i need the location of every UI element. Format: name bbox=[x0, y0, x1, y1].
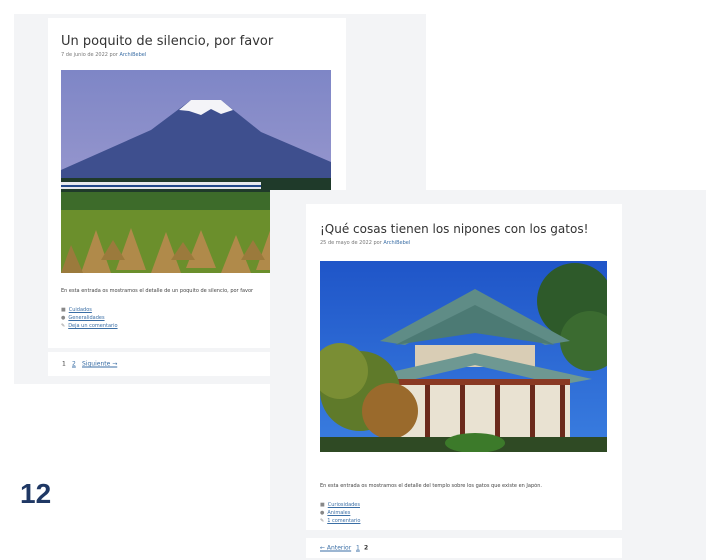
pagination-front: ← Anterior 1 2 bbox=[306, 538, 622, 558]
temple-image bbox=[320, 261, 607, 452]
post-meta-back: 7 de junio de 2022 por ArchiBebel bbox=[61, 52, 146, 58]
slide-number: 12 bbox=[20, 478, 52, 509]
tag-icon: ● bbox=[320, 510, 325, 516]
post-author-front[interactable]: ArchiBebel bbox=[383, 240, 410, 246]
post-card-front: ¡Qué cosas tienen los nipones con los ga… bbox=[306, 204, 622, 530]
category-link-back[interactable]: Cuidados bbox=[69, 307, 92, 313]
next-page-link[interactable]: Siguiente → bbox=[82, 361, 117, 368]
page-1-front[interactable]: 1 bbox=[356, 545, 360, 552]
tag-icon: ● bbox=[61, 315, 66, 321]
page-1-back: 1 bbox=[62, 360, 66, 368]
folder-icon: ■ bbox=[61, 307, 66, 313]
tag-link-back[interactable]: Generalidades bbox=[68, 315, 104, 321]
screenshot-front: ¡Qué cosas tienen los nipones con los ga… bbox=[270, 190, 706, 560]
tag-link-front[interactable]: Animales bbox=[327, 510, 350, 516]
post-title-front[interactable]: ¡Qué cosas tienen los nipones con los ga… bbox=[320, 222, 588, 236]
comments-link-back[interactable]: Deja un comentario bbox=[68, 323, 117, 329]
post-footer-back: ■ Cuidados ● Generalidades ✎ Deja un coment… bbox=[61, 306, 118, 330]
comment-icon: ✎ bbox=[61, 323, 66, 329]
post-meta-front: 25 de mayo de 2022 por ArchiBebel bbox=[320, 240, 410, 246]
post-title-back[interactable]: Un poquito de silencio, por favor bbox=[61, 34, 273, 49]
comments-link-front[interactable]: 1 comentario bbox=[327, 518, 360, 524]
category-link-front[interactable]: Curiosidades bbox=[328, 502, 360, 508]
folder-icon: ■ bbox=[320, 502, 325, 508]
post-date-back[interactable]: 7 de junio de 2022 bbox=[61, 52, 108, 58]
post-author-back[interactable]: ArchiBebel bbox=[119, 52, 146, 58]
post-by-front: por bbox=[373, 240, 382, 246]
page-2-back[interactable]: 2 bbox=[72, 361, 76, 368]
post-excerpt-front: En esta entrada os mostramos el detalle … bbox=[320, 483, 542, 489]
page-2-front: 2 bbox=[364, 544, 369, 552]
post-footer-front: ■ Curiosidades ● Animales ✎ 1 comentario bbox=[320, 501, 360, 525]
post-date-front[interactable]: 25 de mayo de 2022 bbox=[320, 240, 372, 246]
post-by-back: por bbox=[109, 52, 118, 58]
prev-page-link[interactable]: ← Anterior bbox=[320, 545, 351, 552]
comment-icon: ✎ bbox=[320, 518, 325, 524]
